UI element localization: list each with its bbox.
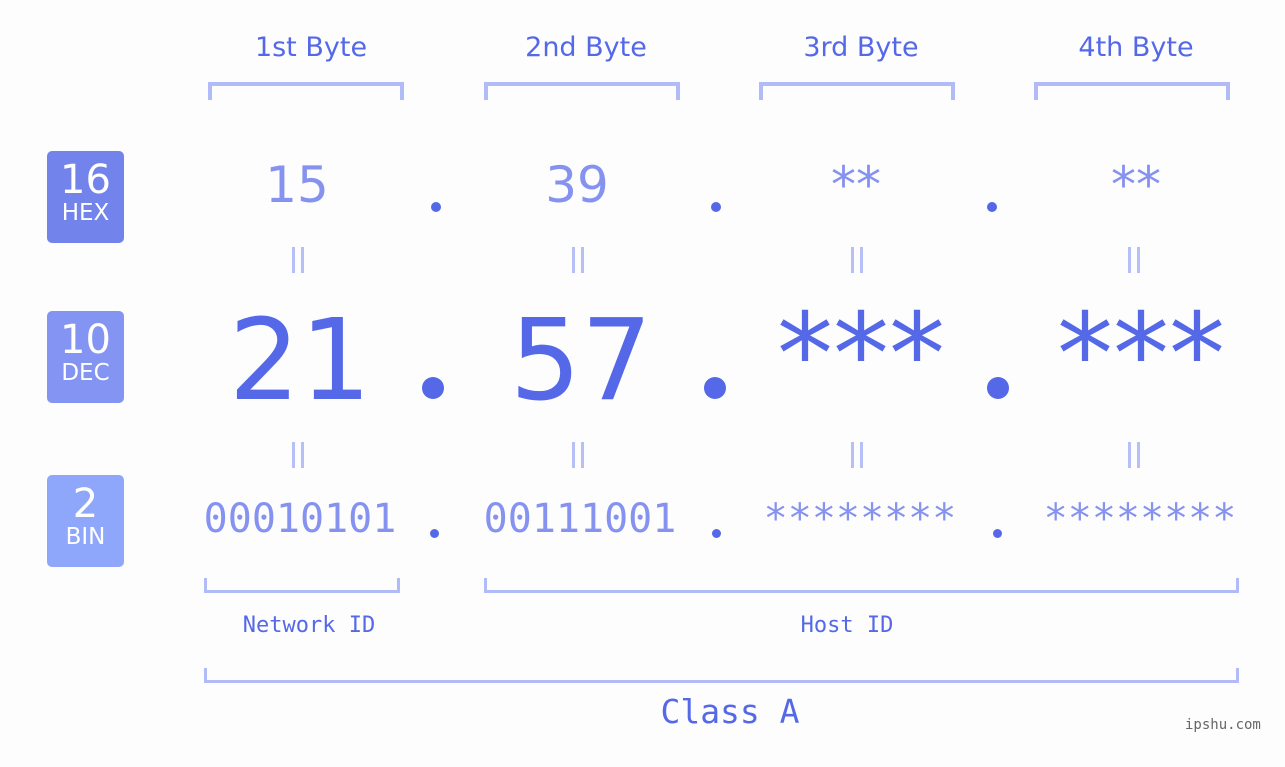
equals-icon (851, 247, 863, 273)
hex-base: 16 (60, 157, 111, 203)
equals-icon (292, 442, 304, 468)
hex-dot-3 (987, 202, 997, 212)
hex-dot-1 (431, 202, 441, 212)
bin-dot-2 (712, 529, 721, 538)
network-id-bracket (204, 578, 400, 593)
bin-byte-4: ******** (1043, 496, 1237, 542)
class-label: Class A (660, 692, 800, 731)
hex-badge: 16 HEX (47, 151, 124, 243)
hex-byte-1: 15 (265, 156, 329, 214)
bin-byte-2: 00111001 (483, 496, 677, 542)
dec-byte-3: *** (777, 290, 945, 420)
equals-icon (1128, 442, 1140, 468)
byte-header-3: 3rd Byte (803, 32, 919, 63)
byte-bracket-2 (484, 82, 680, 100)
watermark: ipshu.com (1185, 717, 1261, 733)
bin-byte-3: ******** (763, 496, 957, 542)
dec-base: 10 (60, 317, 111, 363)
dec-dot-1 (422, 377, 444, 399)
dec-name: DEC (61, 360, 110, 386)
host-id-label: Host ID (800, 613, 894, 638)
equals-icon (292, 247, 304, 273)
class-bracket (204, 668, 1239, 683)
bin-dot-1 (430, 529, 439, 538)
bin-base: 2 (72, 481, 99, 527)
equals-icon (572, 247, 584, 273)
byte-header-4: 4th Byte (1078, 32, 1194, 63)
bin-dot-3 (993, 529, 1002, 538)
equals-icon (1128, 247, 1140, 273)
dec-dot-2 (704, 377, 726, 399)
dec-byte-1: 21 (228, 296, 372, 426)
bin-name: BIN (65, 524, 106, 550)
hex-byte-2: 39 (545, 156, 609, 214)
equals-icon (572, 442, 584, 468)
hex-byte-4: ** (1111, 156, 1161, 214)
host-id-bracket (484, 578, 1239, 593)
byte-header-1: 1st Byte (254, 32, 368, 63)
dec-badge: 10 DEC (47, 311, 124, 403)
hex-byte-3: ** (831, 156, 881, 214)
hex-name: HEX (61, 200, 110, 226)
byte-header-2: 2nd Byte (525, 32, 647, 63)
byte-bracket-1 (208, 82, 404, 100)
byte-bracket-4 (1034, 82, 1230, 100)
dec-byte-2: 57 (509, 296, 653, 426)
dec-dot-3 (987, 377, 1009, 399)
equals-icon (851, 442, 863, 468)
dec-byte-4: *** (1057, 290, 1225, 420)
network-id-label: Network ID (242, 613, 376, 638)
byte-bracket-3 (759, 82, 955, 100)
hex-dot-2 (711, 202, 721, 212)
bin-byte-1: 00010101 (203, 496, 397, 542)
bin-badge: 2 BIN (47, 475, 124, 567)
